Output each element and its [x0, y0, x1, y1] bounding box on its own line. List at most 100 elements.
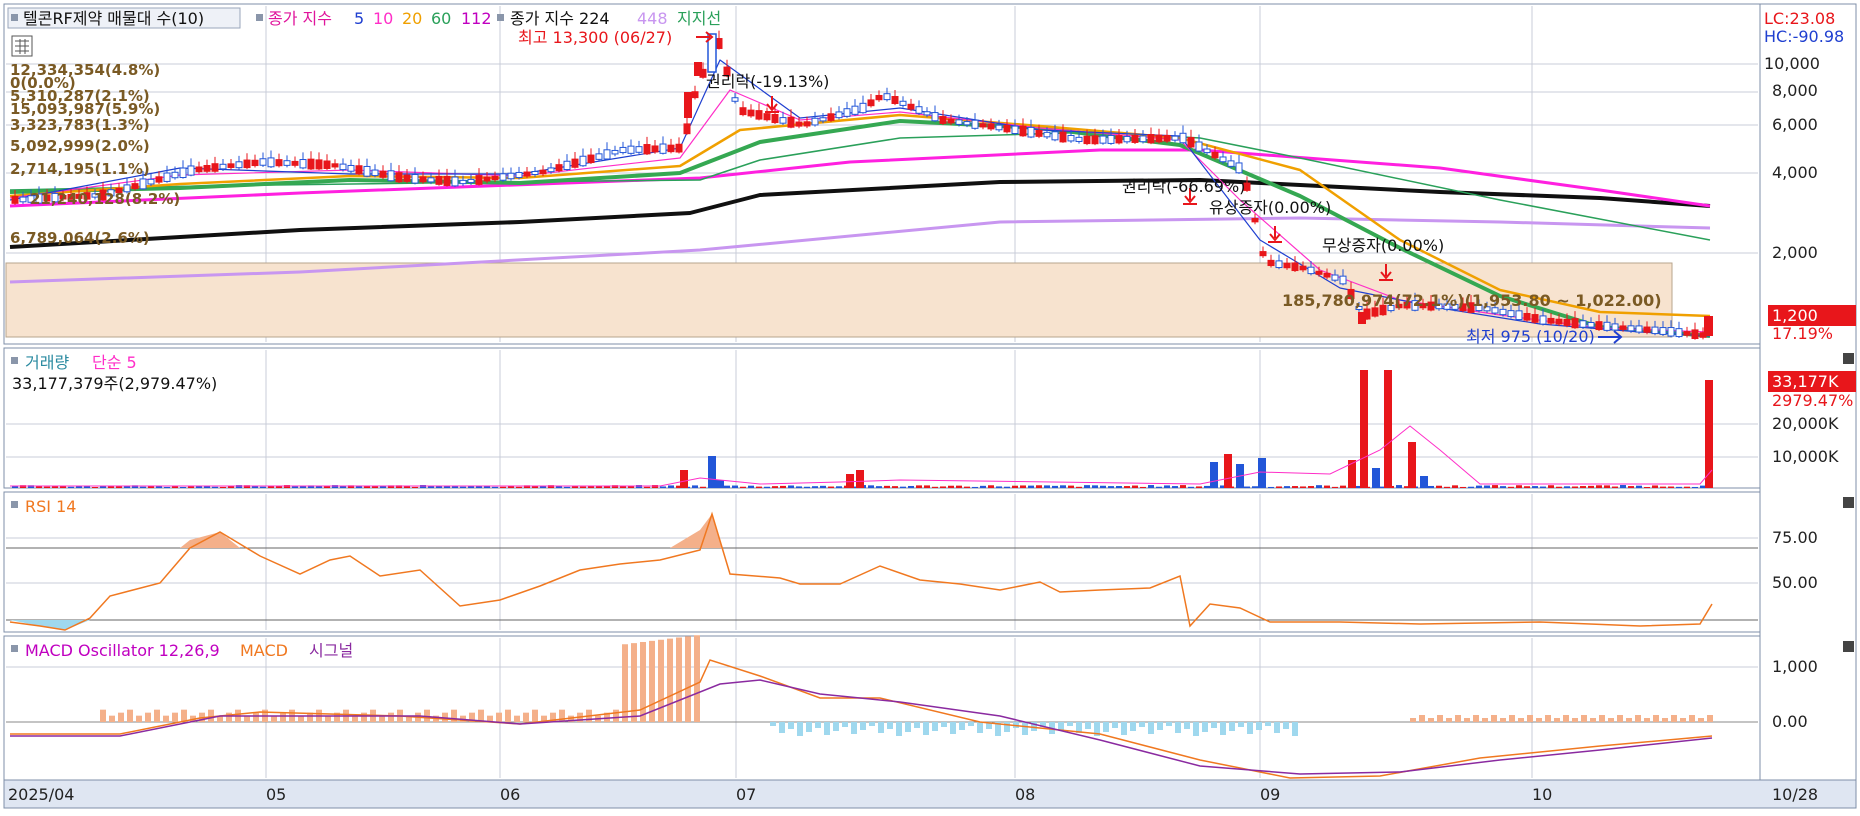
candle-body: [1067, 134, 1075, 142]
ma-legend-5[interactable]: 5: [354, 9, 364, 28]
rsi-pane[interactable]: [3, 491, 1761, 633]
volume-bar: [1148, 485, 1154, 488]
candle-body: [731, 97, 739, 102]
macd-histogram-bar: [145, 712, 151, 722]
chart-canvas[interactable]: 텔콘RF제약 매물대 수(10) 종가 지수 5 10 20 60 112 종가…: [0, 0, 1860, 812]
candle-body: [315, 159, 323, 170]
volume-bar: [1284, 486, 1290, 488]
candle-body: [523, 171, 531, 177]
close-icon[interactable]: [1843, 641, 1854, 652]
volume-bar: [1124, 486, 1130, 488]
macd-histogram-bar: [1446, 718, 1452, 722]
close-icon[interactable]: [1843, 353, 1854, 364]
volume-bar: [732, 485, 738, 488]
candle-body: [1507, 310, 1515, 318]
candle-body: [147, 178, 155, 185]
candle-body: [1235, 162, 1243, 174]
candle-body: [1283, 262, 1291, 269]
volume-bar: [44, 486, 50, 488]
rights-label: 권리락(-66.69%): [1122, 177, 1245, 196]
volume-bar: [660, 486, 666, 488]
support-legend[interactable]: 지지선: [677, 9, 721, 28]
ma224-legend[interactable]: 종가 지수 224: [510, 9, 610, 28]
candle-body: [1059, 131, 1067, 143]
legend-square-icon: [11, 645, 18, 652]
volume-bar: [500, 486, 506, 488]
candle-body: [419, 176, 427, 183]
ma-legend-label[interactable]: 종가 지수: [268, 9, 332, 28]
macd-histogram-bar: [923, 722, 929, 735]
candle-body: [811, 117, 819, 126]
macd-title[interactable]: MACD: [240, 641, 288, 660]
candle-body: [1107, 134, 1115, 144]
signal-title[interactable]: 시그널: [309, 641, 353, 660]
macd-histogram-bar: [136, 715, 142, 722]
volume-bar: [1705, 380, 1713, 488]
volume-bar: [108, 486, 114, 488]
high-price-label: 최고 13,300 (06/27): [518, 28, 672, 47]
volume-bar: [1132, 485, 1138, 488]
volume-bar: [652, 485, 658, 488]
volume-bar: [996, 486, 1002, 488]
volume-ma-label[interactable]: 단순 5: [92, 353, 137, 372]
volume-bar: [1516, 485, 1522, 488]
candle-body: [907, 103, 915, 110]
volume-bar: [772, 486, 778, 488]
candle-body: [1563, 318, 1571, 326]
volume-bar: [1564, 486, 1570, 488]
candle-body: [875, 94, 883, 101]
volume-bar: [1604, 485, 1610, 488]
candle-body: [19, 196, 27, 203]
ma-legend-60[interactable]: 60: [431, 9, 451, 28]
rsi-pane-title[interactable]: RSI 14: [25, 497, 76, 516]
volume-bar: [724, 485, 730, 488]
candle-body: [579, 155, 587, 167]
volume-bar: [1684, 486, 1690, 488]
ma-legend-10[interactable]: 10: [373, 9, 393, 28]
candle-body: [179, 167, 187, 179]
candle-body: [987, 123, 995, 130]
volume-bar: [220, 486, 226, 488]
macd-histogram-bar: [860, 722, 866, 730]
ma448-legend[interactable]: 448: [637, 9, 668, 28]
macd-histogram-bar: [1563, 715, 1569, 722]
volume-bar: [680, 470, 688, 488]
candle-body: [891, 96, 899, 104]
candle-body: [155, 176, 163, 183]
macd-histogram-bar: [1283, 722, 1289, 729]
volume-bar: [1644, 486, 1650, 488]
volume-pane[interactable]: [3, 347, 1761, 489]
volume-bar: [1164, 485, 1170, 488]
ma-legend-20[interactable]: 20: [402, 9, 422, 28]
macd-oscillator-title[interactable]: MACD Oscillator 12,26,9: [25, 641, 220, 660]
volume-bar: [324, 486, 330, 488]
candle-body: [267, 157, 275, 168]
volume-bar: [1100, 485, 1106, 488]
macd-histogram-bar: [559, 709, 565, 722]
macd-histogram-bar: [1139, 722, 1145, 727]
candle-body: [1075, 136, 1083, 142]
price-pane-title[interactable]: 텔콘RF제약 매물대 수(10): [23, 9, 204, 28]
volume-bar: [908, 485, 914, 488]
volume-bar: [1628, 486, 1634, 488]
macd-histogram-bar: [1617, 715, 1623, 722]
volume-pane-title[interactable]: 거래량: [25, 353, 69, 372]
macd-histogram-bar: [1644, 718, 1650, 722]
macd-histogram-bar: [667, 638, 673, 722]
volume-bar: [892, 486, 898, 488]
candle-body: [1027, 126, 1035, 138]
volume-bar: [748, 485, 754, 488]
volume-bar: [964, 486, 970, 488]
volume-bar: [1524, 486, 1530, 488]
candle-body: [1091, 135, 1099, 145]
volume-bar: [412, 486, 418, 488]
candle-body: [803, 121, 811, 127]
close-icon[interactable]: [1843, 497, 1854, 508]
ma-legend-112[interactable]: 112: [461, 9, 492, 28]
macd-histogram-bar: [208, 709, 214, 722]
macd-histogram-bar: [109, 715, 115, 722]
macd-histogram-bar: [1590, 718, 1596, 722]
macd-histogram-bar: [1148, 722, 1154, 734]
volume-bar: [1258, 458, 1266, 488]
candle-body: [571, 158, 579, 168]
